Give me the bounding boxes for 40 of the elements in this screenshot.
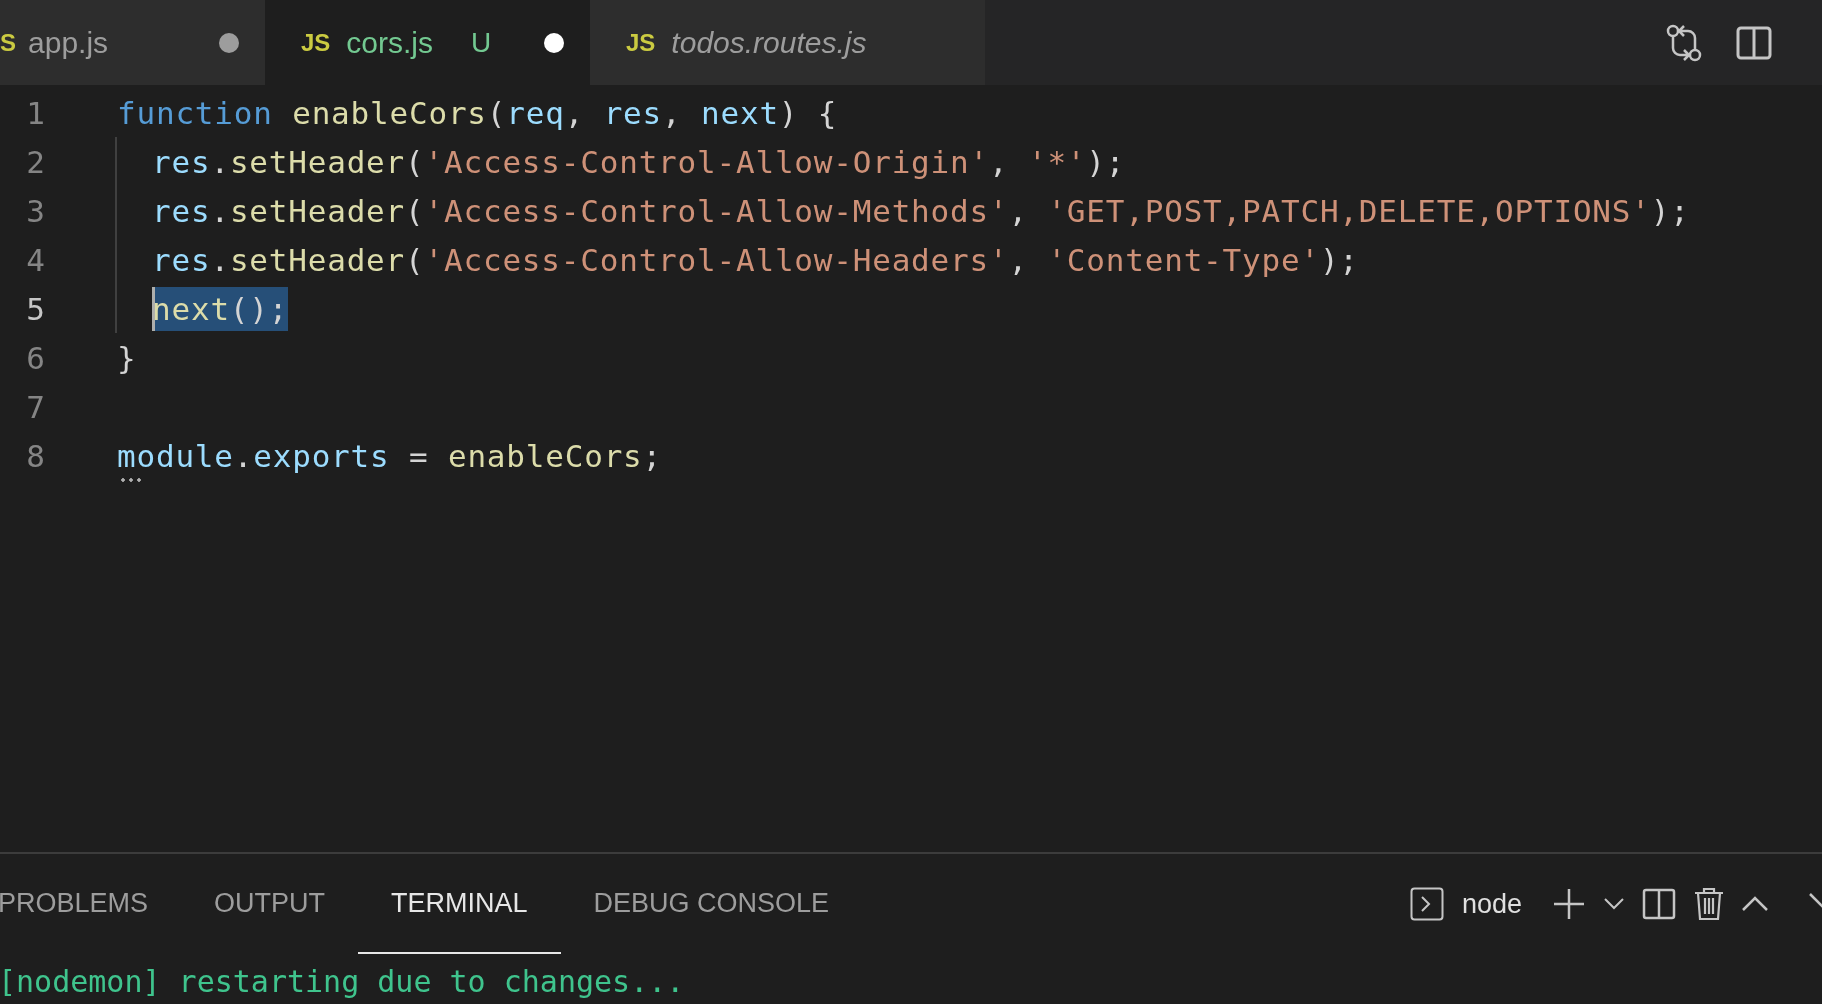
js-file-icon: JS xyxy=(301,28,331,57)
line-number: 4 xyxy=(25,241,45,278)
chevron-up-icon[interactable] xyxy=(1742,896,1768,912)
code-line: } xyxy=(117,339,137,376)
tab-label: todos.routes.js xyxy=(671,25,867,60)
line-number: 2 xyxy=(25,143,45,180)
code-line: res.setHeader('Access-Control-Allow-Headers', 'Content-Type'); xyxy=(151,241,1359,278)
terminal-icon[interactable] xyxy=(1409,887,1444,921)
line-number: 8 xyxy=(25,437,45,474)
code-line: res.setHeader('Access-Control-Allow-Methods', 'GET,POST,PATCH,DELETE,OPTIONS'); xyxy=(151,192,1690,229)
split-terminal-icon[interactable] xyxy=(1642,888,1676,920)
editor-tab[interactable]: JS cors.js U xyxy=(265,0,590,85)
plus-icon[interactable] xyxy=(1552,887,1586,921)
line-number: 3 xyxy=(25,192,45,229)
code-line: module.exports = enableCors; xyxy=(117,437,663,474)
line-number: 1 xyxy=(25,94,45,131)
chevron-down-icon[interactable] xyxy=(1604,898,1624,910)
code-line: function enableCors(req, res, next) { xyxy=(117,94,838,131)
line-number: 7 xyxy=(25,388,45,425)
unsaved-dot-icon xyxy=(219,32,239,53)
panel-tab[interactable]: DEBUG CONSOLE xyxy=(560,854,863,954)
git-status: U xyxy=(471,26,492,59)
tab-label: cors.js xyxy=(346,25,434,60)
terminal-output: [nodemon] restarting due to changes... xyxy=(0,963,686,1001)
editor-tab[interactable]: S app.js xyxy=(0,0,265,85)
editor-tab[interactable]: JS todos.routes.js xyxy=(590,0,985,85)
panel-tab[interactable]: OUTPUT xyxy=(181,854,359,954)
panel-tab[interactable]: PROBLEMS xyxy=(0,854,182,954)
trash-icon[interactable] xyxy=(1694,887,1724,921)
js-file-icon: S xyxy=(0,28,16,57)
compare-changes-icon[interactable] xyxy=(1666,23,1702,62)
code-line: res.setHeader('Access-Control-Allow-Origin', '*'); xyxy=(151,143,1126,180)
unsaved-dot-icon xyxy=(544,32,564,53)
tab-label: app.js xyxy=(28,25,109,60)
panel-tab[interactable]: TERMINAL xyxy=(358,854,561,954)
line-number: 6 xyxy=(25,339,45,376)
split-editor-icon[interactable] xyxy=(1736,25,1772,60)
terminal-name[interactable]: node xyxy=(1461,888,1522,920)
js-file-icon: JS xyxy=(626,28,656,57)
line-number: 5 xyxy=(25,290,45,327)
